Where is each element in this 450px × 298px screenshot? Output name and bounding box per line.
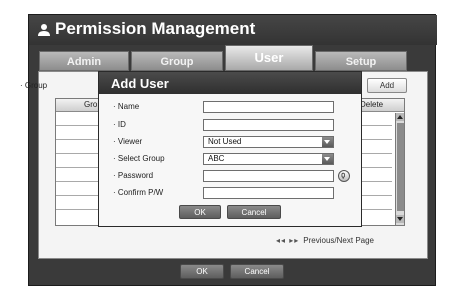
id-field[interactable] <box>203 119 334 131</box>
name-label: · Name <box>113 102 140 111</box>
page-navigation[interactable]: ◂◂ ▸▸ Previous/Next Page <box>276 236 374 245</box>
confirm-password-field[interactable] <box>203 187 334 199</box>
dialog-ok-button[interactable]: OK <box>179 205 221 219</box>
page-title: Permission Management <box>55 19 256 38</box>
viewer-select-value: Not Used <box>208 137 242 146</box>
chevron-down-icon[interactable] <box>322 154 333 164</box>
scroll-down-icon[interactable] <box>396 215 404 223</box>
confirm-password-label: · Confirm P/W <box>113 188 164 197</box>
add-user-button[interactable]: Add <box>367 78 407 93</box>
password-label: · Password <box>113 171 154 180</box>
viewer-label: · Viewer <box>113 137 143 146</box>
keypad-icon[interactable] <box>338 170 350 182</box>
table-scrollbar[interactable] <box>395 113 404 225</box>
column-header-delete: Delete <box>360 100 384 109</box>
group-filter-label: · Group <box>20 81 48 90</box>
tab-admin[interactable]: Admin <box>39 51 129 71</box>
group-select[interactable]: ABC <box>203 153 334 165</box>
column-header-group: Gro <box>84 100 98 109</box>
select-group-label: · Select Group <box>113 154 165 163</box>
id-label: · ID <box>113 120 126 129</box>
tab-setup[interactable]: Setup <box>315 51 407 71</box>
add-user-dialog: Add User · Name · ID · Viewer Not Used ·… <box>98 71 362 227</box>
tab-user[interactable]: User <box>225 45 313 71</box>
page-nav-arrows-icon[interactable]: ◂◂ ▸▸ <box>276 236 299 245</box>
cancel-button[interactable]: Cancel <box>230 264 284 279</box>
user-icon <box>38 24 50 36</box>
ok-button[interactable]: OK <box>180 264 224 279</box>
tab-group[interactable]: Group <box>131 51 223 71</box>
scroll-up-icon[interactable] <box>396 113 404 121</box>
chevron-down-icon[interactable] <box>322 137 333 147</box>
viewer-select[interactable]: Not Used <box>203 136 334 148</box>
dialog-title-bar: Add User <box>99 72 361 94</box>
title-bar: Permission Management <box>29 15 437 45</box>
name-field[interactable] <box>203 101 334 113</box>
dialog-title: Add User <box>111 76 169 91</box>
dialog-cancel-button[interactable]: Cancel <box>227 205 281 219</box>
scroll-thumb[interactable] <box>397 123 404 211</box>
password-field[interactable] <box>203 170 334 182</box>
group-select-value: ABC <box>208 154 225 163</box>
page-nav-label: Previous/Next Page <box>303 236 374 245</box>
